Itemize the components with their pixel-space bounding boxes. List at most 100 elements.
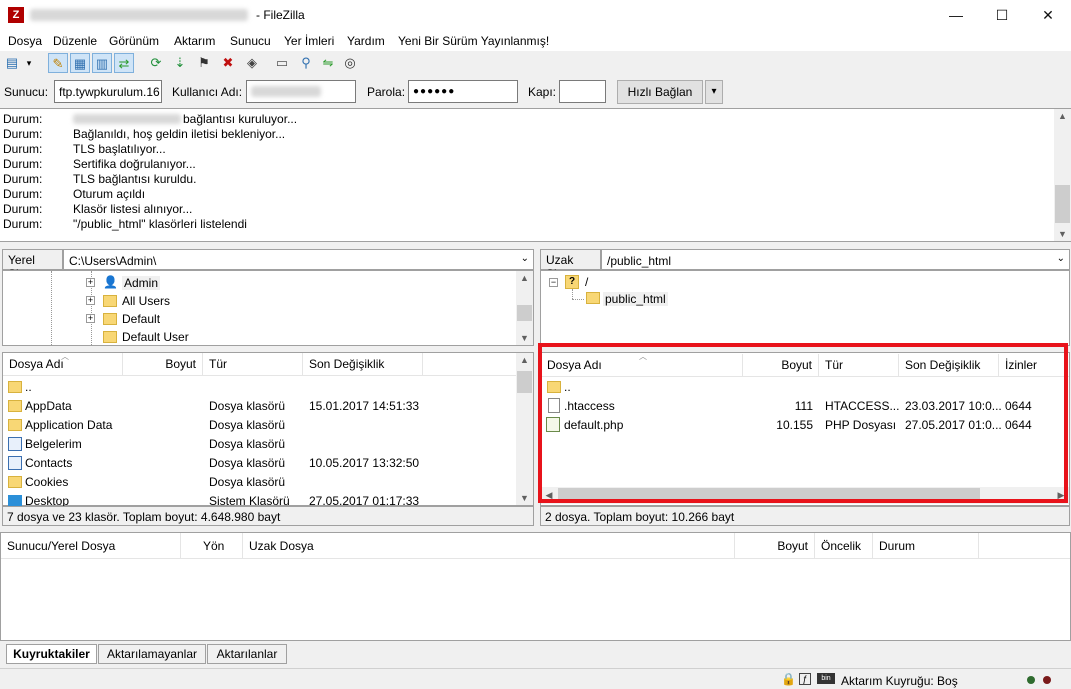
scroll-down-icon[interactable]: ▼ (516, 493, 533, 503)
menu-new-version[interactable]: Yeni Bir Sürüm Yayınlanmış! (398, 34, 549, 48)
log-row: Durum: Sertifika doğrulanıyor... (3, 157, 1043, 172)
reconnect-icon[interactable]: ◈ (242, 53, 262, 73)
table-row[interactable]: Cookies Dosya klasörü (3, 473, 516, 492)
remote-tree-root[interactable]: / (585, 275, 588, 289)
download-indicator-icon (1043, 676, 1051, 684)
toggle-remote-tree-icon[interactable]: ▥ (92, 53, 112, 73)
password-input[interactable]: ●●●●●● (408, 80, 518, 103)
scroll-up-icon[interactable]: ▲ (516, 273, 533, 283)
col-direction[interactable]: Yön (181, 533, 243, 559)
host-input[interactable]: ftp.tywpkurulum.16 (54, 80, 162, 103)
menu-bookmarks[interactable]: Yer İmleri (284, 34, 334, 48)
scroll-down-icon[interactable]: ▼ (516, 333, 533, 343)
password-label: Parola: (367, 85, 406, 99)
site-manager-icon[interactable]: ▤ (2, 53, 22, 73)
site-manager-dropdown-icon[interactable]: ▾ (22, 53, 36, 73)
file-modified: 10.05.2017 13:32:50 (309, 456, 420, 470)
menu-view[interactable]: Görünüm (109, 34, 159, 48)
toggle-local-tree-icon[interactable]: ▦ (70, 53, 90, 73)
remote-path-combo[interactable]: /public_html ⌄ (601, 249, 1070, 270)
chevron-down-icon[interactable]: ⌄ (1057, 253, 1065, 264)
sync-browsing-icon[interactable]: ⚲ (296, 53, 316, 73)
table-row[interactable]: Contacts Dosya klasörü 10.05.2017 13:32:50 (3, 454, 516, 473)
directory-listing-filter-icon[interactable]: ▭ (272, 53, 292, 73)
data-type-icon[interactable]: bin (817, 673, 835, 684)
local-path-combo[interactable]: C:\Users\Admin\ ⌄ (63, 249, 534, 270)
log-scrollbar[interactable]: ▲ ▼ (1054, 109, 1071, 241)
username-input[interactable] (246, 80, 356, 103)
table-row[interactable]: Belgelerim Dosya klasörü (3, 435, 516, 454)
menu-server[interactable]: Sunucu (230, 34, 271, 48)
compare-directories-icon[interactable]: ⇋ (318, 53, 338, 73)
quickconnect-button[interactable]: Hızlı Bağlan (617, 80, 703, 104)
quickconnect-history-dropdown[interactable]: ▾ (705, 80, 723, 104)
local-tree-item[interactable]: + 👤 Admin (3, 274, 513, 293)
menu-edit[interactable]: Düzenle (53, 34, 97, 48)
port-input[interactable] (559, 80, 606, 103)
remote-status: 2 dosya. Toplam boyut: 10.266 bayt (540, 506, 1070, 526)
log-key: Durum: (3, 187, 43, 201)
col-type[interactable]: Tür (203, 353, 303, 376)
cancel-operation-icon[interactable]: ⚑ (194, 53, 214, 73)
tab-queued[interactable]: Kuyruktakiler (6, 644, 97, 664)
file-type: Dosya klasörü (209, 475, 286, 489)
filezilla-window: Z - FileZilla — ☐ ✕ Dosya Düzenle Görünü… (0, 0, 1071, 689)
scroll-thumb[interactable] (517, 305, 532, 321)
tree-label: Admin (122, 276, 161, 290)
disconnect-icon[interactable]: ✖ (218, 53, 238, 73)
log-message: TLS başlatılıyor... (73, 142, 166, 156)
table-row[interactable]: AppData Dosya klasörü 15.01.2017 14:51:33 (3, 397, 516, 416)
col-size[interactable]: Boyut (735, 533, 815, 559)
table-row[interactable]: .. (3, 378, 516, 397)
search-remote-files-icon[interactable]: ◎ (340, 53, 360, 73)
log-scroll-thumb[interactable] (1055, 185, 1070, 223)
maximize-button[interactable]: ☐ (979, 0, 1025, 31)
log-message: TLS bağlantısı kuruldu. (73, 172, 197, 186)
tree-label: All Users (122, 294, 171, 308)
remote-tree-item[interactable]: public_html (603, 292, 668, 306)
local-tree-item[interactable]: + Default (3, 310, 513, 329)
file-name: AppData (25, 399, 72, 413)
close-button[interactable]: ✕ (1025, 0, 1071, 31)
filter-icon[interactable]: ƒ (799, 673, 811, 685)
menu-transfer[interactable]: Aktarım (174, 34, 215, 48)
col-size[interactable]: Boyut (123, 353, 203, 376)
col-remote-file[interactable]: Uzak Dosya (243, 533, 735, 559)
documents-icon (8, 437, 22, 451)
scroll-thumb[interactable] (517, 371, 532, 393)
host-label: Sunucu: (4, 85, 49, 99)
process-queue-icon[interactable]: ⇣ (170, 53, 190, 73)
local-tree-item[interactable]: Default User (3, 328, 513, 347)
col-modified[interactable]: Son Değişiklik (303, 353, 423, 376)
toolbar: ▤ ▾ ✎ ▦ ▥ ⇄ ⟳ ⇣ ⚑ ✖ ◈ ▭ ⚲ ⇋ ◎ (0, 51, 1071, 76)
scroll-up-icon[interactable]: ▲ (516, 355, 533, 365)
table-row[interactable]: Application Data Dosya klasörü (3, 416, 516, 435)
menu-help[interactable]: Yardım (347, 34, 385, 48)
scroll-down-icon[interactable]: ▼ (1054, 229, 1071, 239)
local-list-scrollbar[interactable]: ▲ ▼ (516, 353, 533, 505)
chevron-down-icon[interactable]: ⌄ (521, 253, 529, 264)
local-tree-scrollbar[interactable]: ▲ ▼ (516, 271, 533, 345)
local-tree-item[interactable]: + All Users (3, 292, 513, 311)
queue-header: Sunucu/Yerel Dosya Yön Uzak Dosya Boyut … (1, 533, 1070, 559)
log-message: Oturum açıldı (73, 187, 146, 201)
local-site-label: Yerel Site: (2, 249, 63, 281)
minimize-button[interactable]: — (933, 0, 979, 31)
col-status[interactable]: Durum (873, 533, 979, 559)
col-priority[interactable]: Öncelik (815, 533, 873, 559)
expand-icon[interactable]: + (86, 314, 95, 323)
toggle-queue-icon[interactable]: ⇄ (114, 53, 134, 73)
collapse-icon[interactable]: − (549, 278, 558, 287)
transfer-queue: Sunucu/Yerel Dosya Yön Uzak Dosya Boyut … (0, 532, 1071, 641)
tab-failed[interactable]: Aktarılamayanlar (98, 644, 206, 664)
toggle-log-icon[interactable]: ✎ (48, 53, 68, 73)
file-name: .. (25, 380, 32, 394)
tab-successful[interactable]: Aktarılanlar (207, 644, 287, 664)
highlight-box (538, 343, 1068, 503)
menu-file[interactable]: Dosya (8, 34, 42, 48)
refresh-icon[interactable]: ⟳ (146, 53, 166, 73)
col-server-local-file[interactable]: Sunucu/Yerel Dosya (1, 533, 181, 559)
expand-icon[interactable]: + (86, 296, 95, 305)
expand-icon[interactable]: + (86, 278, 95, 287)
scroll-up-icon[interactable]: ▲ (1054, 111, 1071, 121)
